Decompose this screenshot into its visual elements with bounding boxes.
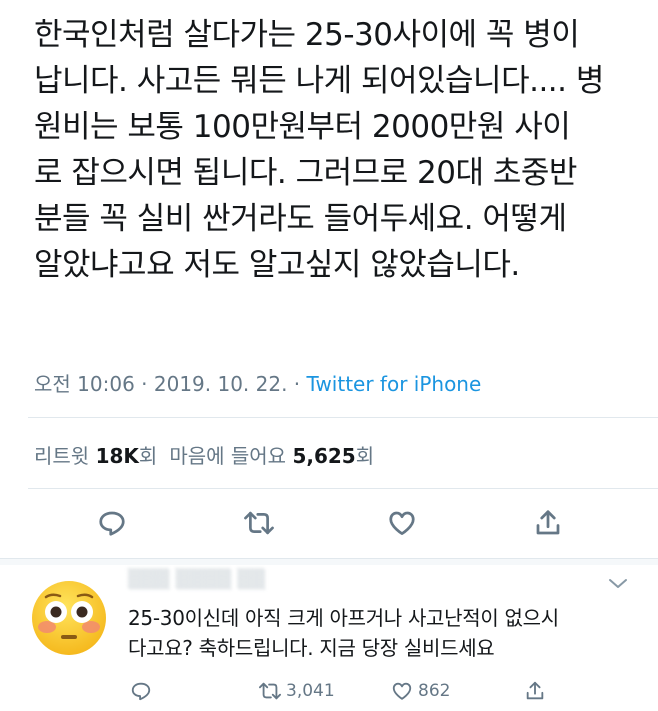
reply-reply-button[interactable]: [130, 677, 156, 705]
retweets-count: 18K: [95, 444, 139, 468]
tweet-line: 알았냐고요 저도 알고싶지 않았습니다.: [34, 247, 520, 283]
reply-button[interactable]: [94, 505, 130, 541]
tweet-line: 납니다. 사고든 뭐든 나게 되어있습니다.... 병: [34, 63, 604, 99]
like-icon: [392, 682, 412, 700]
retweets-suffix: 회: [138, 444, 158, 468]
tweet-timestamp: 오전 10:06 · 2019. 10. 22. ·: [34, 372, 307, 396]
tweet-line: 로 잡으시면 됩니다. 그러므로 20대 초중반: [34, 155, 577, 191]
reply-like-count: 862: [418, 681, 451, 701]
reply-text: 25-30이신데 아직 크게 아프거나 사고난적이 없으시 다고요? 축하드립니…: [128, 603, 648, 663]
flushed-face-icon: [32, 581, 106, 655]
reply-line: 25-30이신데 아직 크게 아프거나 사고난적이 없으시: [128, 606, 559, 630]
reply-retweet-count: 3,041: [286, 681, 335, 701]
reply-like-button[interactable]: 862: [390, 677, 450, 705]
likes-stat[interactable]: 마음에 들어요 5,625회: [169, 444, 374, 468]
tweet-line: 원비는 보통 100만원부터 2000만원 사이: [34, 109, 571, 145]
share-icon: [536, 510, 560, 535]
retweets-label: 리트윗: [34, 444, 96, 468]
reply-tweet[interactable]: ▒▒▒ ▒▒▒▒ ▒▒ 25-30이신데 아직 크게 아프거나 사고난적이 없으…: [0, 565, 658, 711]
reply-icon: [131, 682, 151, 701]
retweet-icon: [244, 511, 274, 535]
more-options-button[interactable]: [606, 575, 630, 593]
reply-share-button[interactable]: [524, 677, 550, 705]
tweet-stats: 리트윗 18K회 마음에 들어요 5,625회: [34, 440, 374, 469]
reply-icon: [99, 511, 125, 536]
share-button[interactable]: [530, 505, 566, 541]
section-separator: [0, 558, 658, 565]
retweet-icon: [258, 682, 281, 700]
reply-author-name-blurred: ▒▒▒ ▒▒▒▒ ▒▒: [128, 569, 266, 590]
tweet-source-link[interactable]: Twitter for iPhone: [307, 372, 482, 396]
like-icon: [389, 511, 415, 535]
tweet-text: 한국인처럼 살다가는 25-30사이에 꼭 병이 납니다. 사고든 뭐든 나게 …: [34, 12, 634, 288]
tweet-actions: [0, 505, 658, 541]
retweet-button[interactable]: [241, 505, 277, 541]
share-icon: [526, 681, 544, 700]
divider: [28, 417, 658, 418]
tweet-line: 분들 꼭 실비 싼거라도 들어두세요. 어떻게: [34, 201, 567, 237]
divider: [28, 488, 658, 489]
likes-suffix: 회: [355, 444, 375, 468]
reply-retweet-button[interactable]: 3,041: [258, 677, 335, 705]
retweets-stat[interactable]: 리트윗 18K회: [34, 444, 157, 468]
likes-count: 5,625: [292, 444, 356, 468]
avatar[interactable]: [30, 579, 108, 657]
chevron-down-icon: [609, 579, 627, 588]
tweet-meta: 오전 10:06 · 2019. 10. 22. · Twitter for i…: [34, 368, 481, 397]
likes-label: 마음에 들어요: [169, 444, 293, 468]
like-button[interactable]: [384, 505, 420, 541]
reply-actions: 3,041 862: [0, 677, 658, 705]
reply-line: 다고요? 축하드립니다. 지금 당장 실비드세요: [128, 636, 495, 660]
tweet-line: 한국인처럼 살다가는 25-30사이에 꼭 병이: [34, 17, 580, 53]
